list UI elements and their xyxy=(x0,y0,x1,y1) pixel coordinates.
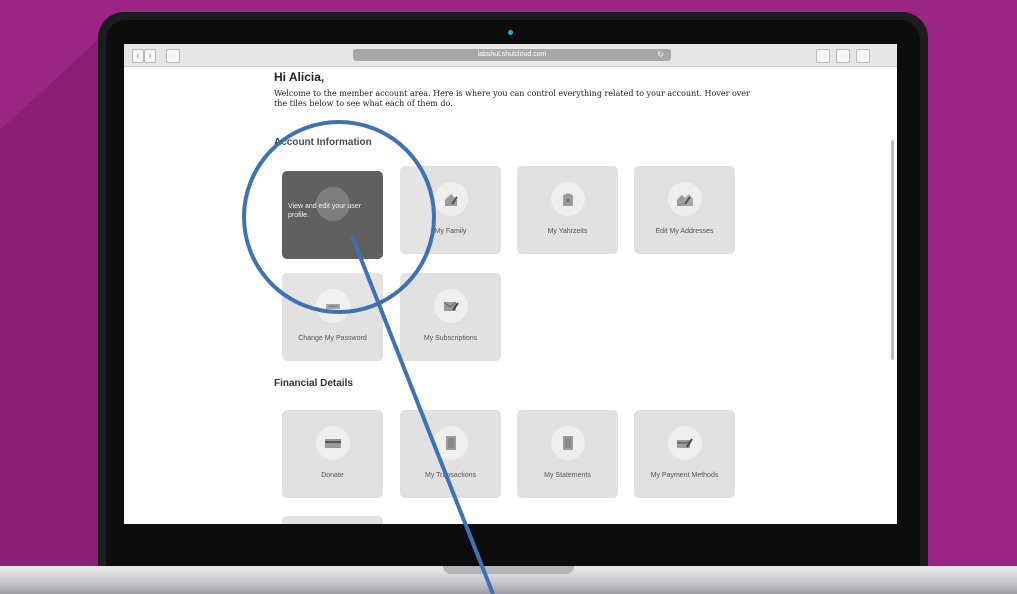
tile-label: My Payment Methods xyxy=(650,472,719,479)
tile-label: My Statements xyxy=(544,472,591,479)
greeting: Hi Alicia, xyxy=(274,70,325,84)
tile-label: My Transactions xyxy=(425,472,476,479)
laptop-notch xyxy=(443,566,574,574)
url-text: labshul.shulcloud.com xyxy=(477,51,547,58)
account-section-title: Account Information xyxy=(274,137,372,148)
share-button[interactable] xyxy=(836,49,850,63)
tile-label: My Family xyxy=(434,228,467,235)
tile-label: My Yahrzeits xyxy=(547,228,588,235)
subscriptions-icon xyxy=(434,289,468,323)
camera-icon xyxy=(508,30,513,35)
password-icon: ••••• xyxy=(316,289,350,323)
transactions-icon xyxy=(434,426,468,460)
tile-edit-my-addresses[interactable]: Edit My Addresses xyxy=(634,166,735,254)
svg-text:✶: ✶ xyxy=(565,197,571,205)
tile-my-payment-methods[interactable]: My Payment Methods xyxy=(634,410,735,498)
back-button[interactable]: ‹ xyxy=(132,49,144,63)
donate-icon xyxy=(316,426,350,460)
address-bar[interactable]: labshul.shulcloud.com ↻ xyxy=(353,49,671,61)
welcome-text: Welcome to the member account area. Here… xyxy=(274,89,750,108)
download-button[interactable] xyxy=(816,49,830,63)
tile-label: Donate xyxy=(321,472,344,479)
family-icon xyxy=(434,182,468,216)
scrollbar[interactable] xyxy=(891,140,894,360)
forward-arrow-icon: › xyxy=(148,51,152,60)
statements-icon xyxy=(551,426,585,460)
browser-toolbar: ‹ › labshul.shulcloud.com ↻ xyxy=(124,44,897,67)
financial-section-title: Financial Details xyxy=(274,378,353,389)
tile-donate[interactable]: Donate xyxy=(282,410,383,498)
tile-label: My Subscriptions xyxy=(423,335,478,342)
tile-my-subscriptions[interactable]: My Subscriptions xyxy=(400,273,501,361)
tile-my-transactions[interactable]: My Transactions xyxy=(400,410,501,498)
tile-my-yahrzeits[interactable]: ✶ My Yahrzeits xyxy=(517,166,618,254)
addresses-icon xyxy=(668,182,702,216)
reload-icon[interactable]: ↻ xyxy=(657,49,664,61)
svg-text:•••••: ••••• xyxy=(329,304,338,310)
tile-partial[interactable] xyxy=(282,516,383,524)
yahrzeit-icon: ✶ xyxy=(551,182,585,216)
payment-methods-icon xyxy=(668,426,702,460)
tile-my-statements[interactable]: My Statements xyxy=(517,410,618,498)
forward-button[interactable]: › xyxy=(144,49,156,63)
back-arrow-icon: ‹ xyxy=(136,51,140,60)
sidebar-button[interactable] xyxy=(166,49,180,63)
tile-hover-description: View and edit your user profile. xyxy=(288,203,362,219)
tabs-button[interactable] xyxy=(856,49,870,63)
browser-window: ‹ › labshul.shulcloud.com ↻ Hi Alicia, W… xyxy=(124,44,897,524)
tile-label: Change My Password xyxy=(298,335,367,342)
tile-label: Edit My Addresses xyxy=(655,228,714,235)
tile-my-family[interactable]: My Family xyxy=(400,166,501,254)
tile-change-my-password[interactable]: ••••• Change My Password xyxy=(282,273,383,361)
tile-my-profile[interactable]: View and edit your user profile. xyxy=(282,171,383,259)
